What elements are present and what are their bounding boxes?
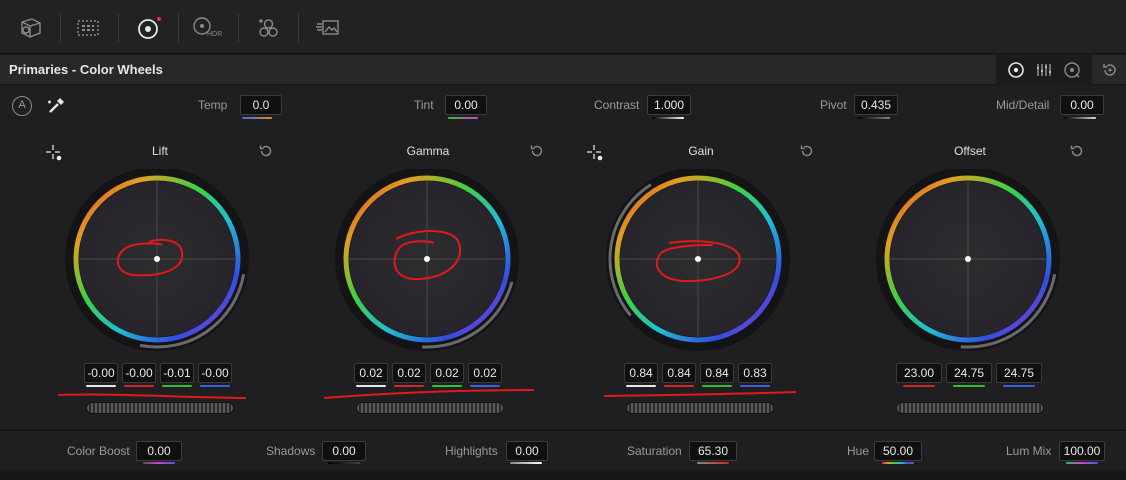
- toolbar-divider: [178, 14, 179, 42]
- gain-g-field[interactable]: 0.84: [700, 363, 734, 383]
- hdr-label: HDR: [207, 31, 223, 38]
- lift-master-jog[interactable]: [86, 402, 234, 414]
- gain-master-jog[interactable]: [626, 402, 774, 414]
- color-wheels-area: Lift Gamma Gain Offset -0.00 -0.00 -0.01…: [0, 127, 1126, 429]
- offset-b-field[interactable]: 24.75: [996, 363, 1042, 383]
- lift-reset-icon[interactable]: [257, 142, 275, 165]
- gain-r-field[interactable]: 0.84: [662, 363, 696, 383]
- pivot-gradient: [858, 117, 890, 119]
- gain-wheel[interactable]: [605, 169, 791, 355]
- mid-detail-gradient: [1064, 117, 1096, 119]
- color-boost-gradient: [143, 462, 175, 464]
- bottom-adjust-row: Color Boost 0.00 Shadows 0.00 Highlights…: [0, 430, 1126, 470]
- panel-header: Primaries - Color Wheels: [0, 55, 1126, 85]
- pivot-label: Pivot: [820, 98, 847, 112]
- tint-gradient: [448, 117, 478, 119]
- contrast-field[interactable]: 1.000: [647, 95, 691, 115]
- temp-gradient: [242, 117, 272, 119]
- hue-gradient: [882, 462, 914, 464]
- lum-mix-gradient: [1066, 462, 1098, 464]
- gain-title: Gain: [688, 144, 714, 158]
- offset-g-field[interactable]: 24.75: [946, 363, 992, 383]
- gamma-g-field[interactable]: 0.02: [430, 363, 464, 383]
- toolbar: HDR: [0, 0, 1126, 54]
- shadows-field[interactable]: 0.00: [322, 441, 366, 461]
- lum-mix-label: Lum Mix: [1006, 444, 1052, 458]
- toolbar-divider: [118, 14, 119, 42]
- gamma-wheel[interactable]: [334, 169, 520, 355]
- gamma-b-field[interactable]: 0.02: [468, 363, 502, 383]
- eyedropper-icon[interactable]: [44, 94, 68, 123]
- wheels-view-icon[interactable]: [1004, 58, 1028, 82]
- temp-label: Temp: [198, 98, 228, 112]
- log-view-icon[interactable]: [1060, 58, 1084, 82]
- offset-wheel[interactable]: [875, 169, 1061, 355]
- hue-field[interactable]: 50.00: [874, 441, 922, 461]
- shadows-label: Shadows: [266, 444, 316, 458]
- color-boost-field[interactable]: 0.00: [136, 441, 182, 461]
- rgb-mixer-icon[interactable]: [248, 10, 288, 46]
- adjust-row: A Temp 0.0 Tint 0.00 Contrast 1.000 Pivo…: [0, 86, 1126, 126]
- saturation-gradient: [697, 462, 729, 464]
- color-wheels-icon[interactable]: [128, 10, 168, 46]
- mid-detail-field[interactable]: 0.00: [1060, 95, 1104, 115]
- offset-title: Offset: [954, 144, 986, 158]
- lift-title: Lift: [151, 144, 168, 158]
- contrast-gradient: [652, 117, 684, 119]
- tint-field[interactable]: 0.00: [445, 95, 487, 115]
- panel-title: Primaries - Color Wheels: [9, 62, 163, 77]
- camera-raw-icon[interactable]: [10, 10, 50, 46]
- hue-label: Hue: [847, 444, 870, 458]
- bottom-strip: [0, 470, 1126, 480]
- gamma-reset-icon[interactable]: [528, 142, 546, 165]
- highlights-field[interactable]: 0.00: [506, 441, 548, 461]
- toolbar-divider: [298, 14, 299, 42]
- offset-master-jog[interactable]: [896, 402, 1044, 414]
- mid-detail-label: Mid/Detail: [996, 98, 1050, 112]
- pivot-field[interactable]: 0.435: [854, 95, 898, 115]
- gamma-y-field[interactable]: 0.02: [354, 363, 388, 383]
- gamma-master-jog[interactable]: [356, 402, 504, 414]
- lum-mix-field[interactable]: 100.00: [1059, 441, 1105, 461]
- gain-y-field[interactable]: 0.84: [624, 363, 658, 383]
- lift-wheel[interactable]: [64, 169, 250, 355]
- annotation-underlines: [57, 389, 797, 399]
- gain-b-field[interactable]: 0.83: [738, 363, 772, 383]
- gain-reset-icon[interactable]: [798, 142, 816, 165]
- color-match-icon[interactable]: [68, 10, 108, 46]
- offset-r-field[interactable]: 23.00: [896, 363, 942, 383]
- motion-effects-icon[interactable]: [308, 10, 348, 46]
- shadows-gradient: [328, 462, 360, 464]
- bars-view-icon[interactable]: [1032, 58, 1056, 82]
- gain-picker-icon[interactable]: [585, 143, 605, 168]
- hdr-icon[interactable]: [186, 10, 226, 46]
- color-boost-label: Color Boost: [67, 444, 130, 458]
- saturation-field[interactable]: 65.30: [689, 441, 737, 461]
- gamma-r-field[interactable]: 0.02: [392, 363, 426, 383]
- lift-b-field[interactable]: -0.00: [198, 363, 232, 383]
- highlights-gradient: [510, 462, 542, 464]
- lift-r-field[interactable]: -0.00: [122, 363, 156, 383]
- highlights-label: Highlights: [445, 444, 498, 458]
- offset-reset-icon[interactable]: [1068, 142, 1086, 165]
- tint-label: Tint: [414, 98, 434, 112]
- saturation-label: Saturation: [627, 444, 682, 458]
- lift-g-field[interactable]: -0.01: [160, 363, 194, 383]
- toolbar-divider: [238, 14, 239, 42]
- reset-all-icon[interactable]: [1098, 58, 1122, 82]
- toolbar-divider: [60, 14, 61, 42]
- contrast-label: Contrast: [594, 98, 640, 112]
- auto-balance-button[interactable]: A: [12, 96, 32, 116]
- temp-field[interactable]: 0.0: [240, 95, 282, 115]
- gamma-title: Gamma: [406, 144, 450, 158]
- lift-y-field[interactable]: -0.00: [84, 363, 118, 383]
- lift-picker-icon[interactable]: [44, 143, 64, 168]
